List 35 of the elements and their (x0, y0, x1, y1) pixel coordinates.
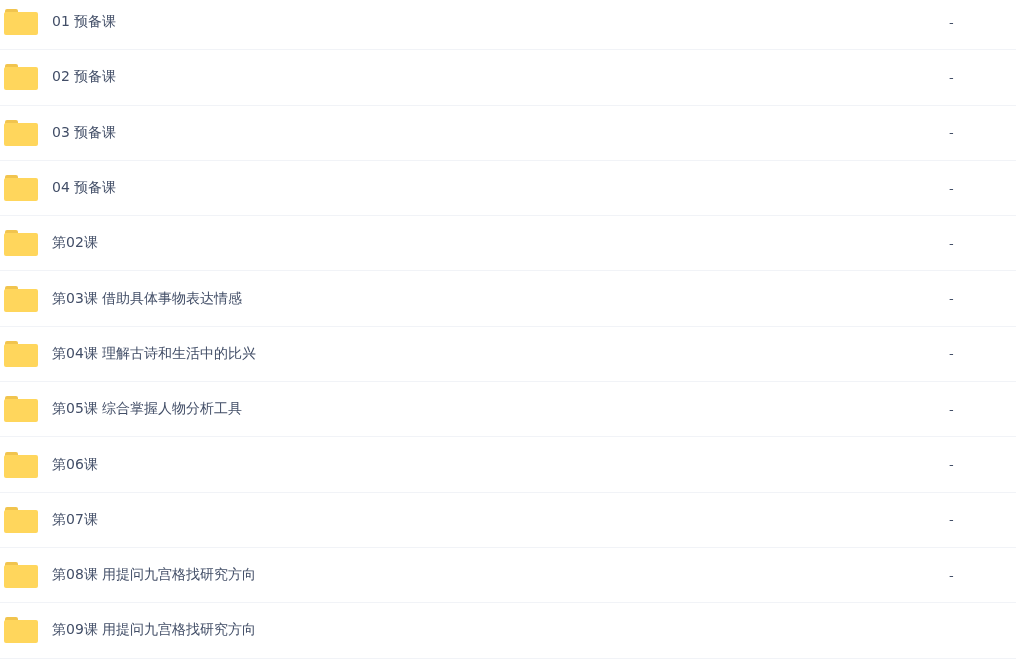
folder-icon (4, 175, 38, 202)
folder-icon (4, 506, 38, 533)
file-size: - (949, 401, 954, 417)
folder-name[interactable]: 02 预备课 (52, 68, 117, 87)
folder-name[interactable]: 第07课 (52, 510, 98, 529)
file-size: - (949, 69, 954, 85)
file-size: - (949, 567, 954, 583)
file-size: - (949, 457, 954, 472)
folder-name[interactable]: 第04课 理解古诗和生活中的比兴 (52, 344, 257, 363)
file-size: - (949, 235, 954, 251)
folder-name[interactable]: 第05课 综合掌握人物分析工具 (52, 400, 243, 419)
folder-icon (4, 396, 38, 423)
folder-name[interactable]: 03 预备课 (52, 123, 117, 142)
folder-name[interactable]: 第08课 用提问九宫格找研究方向 (52, 566, 257, 585)
folder-name[interactable]: 第06课 (52, 455, 98, 474)
folder-name[interactable]: 01 预备课 (52, 13, 117, 32)
folder-icon (4, 340, 38, 367)
file-size: - (949, 180, 954, 196)
folder-name[interactable]: 04 预备课 (52, 179, 117, 198)
folder-icon (4, 285, 38, 312)
folder-name[interactable]: 第03课 借助具体事物表达情感 (52, 289, 243, 308)
folder-icon (4, 64, 38, 91)
file-size: - (949, 512, 954, 528)
folder-icon (4, 119, 38, 146)
folder-icon (4, 230, 38, 257)
file-size: - (949, 125, 954, 141)
folder-icon (4, 617, 38, 644)
folder-icon (4, 9, 38, 36)
folder-icon (4, 562, 38, 589)
file-size: - (949, 346, 954, 362)
folder-name[interactable]: 第09课 用提问九宫格找研究方向 (52, 621, 257, 640)
folder-name[interactable]: 第02课 (52, 234, 98, 253)
folder-icon (4, 451, 38, 478)
file-size: - (949, 14, 954, 30)
file-size: - (949, 291, 954, 307)
